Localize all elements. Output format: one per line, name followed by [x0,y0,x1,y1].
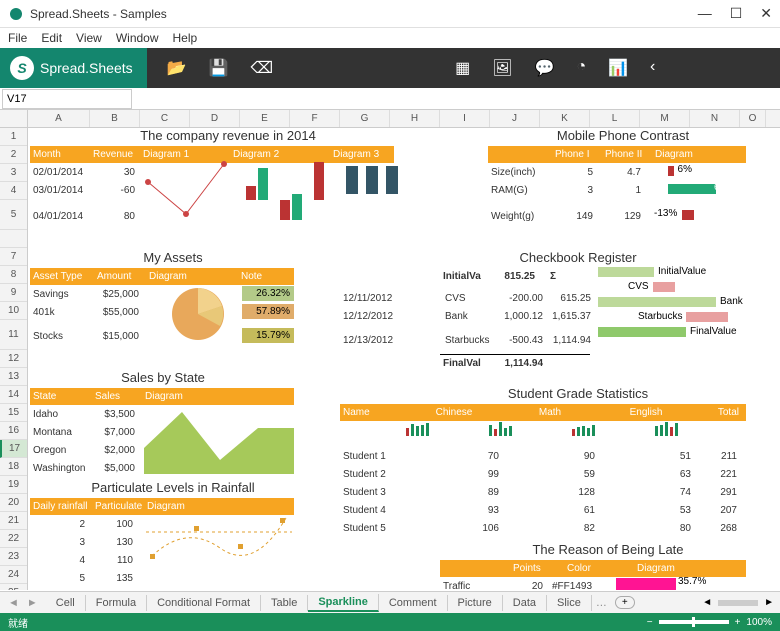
brand: S Spread.Sheets [0,48,147,88]
assets-title: My Assets [88,250,258,265]
brand-label: Spread.Sheets [40,60,133,76]
column-headers: A B C D E F G H I J K L M N O [0,110,780,128]
zoom-in-button[interactable]: + [735,617,741,628]
statusbar: 就绪 − + 100% [0,613,780,631]
bar-chart-icon[interactable]: 📊 [608,58,628,78]
assets-note-3: 15.79% [242,328,294,343]
phone-bar-1: 6% [668,164,740,178]
late-title: The Reason of Being Late [488,542,728,557]
maximize-button[interactable]: ☐ [730,5,743,22]
sales-area-spark [144,404,294,474]
assets-note-2: 57.89% [242,304,294,319]
rainfall-scatter [146,514,292,576]
phone-title: Mobile Phone Contrast [508,128,738,143]
tab-cell[interactable]: Cell [46,595,86,611]
row-headers: 12345 78910111213 141516171819 202122232… [0,128,28,590]
rainfall-title: Particulate Levels in Rainfall [58,480,288,495]
name-box[interactable]: V17 [2,89,132,109]
status-text: 就绪 [8,615,28,630]
grades-title: Student Grade Statistics [438,386,718,401]
tab-formula[interactable]: Formula [86,595,147,611]
menu-help[interactable]: Help [173,31,198,45]
toolbar: S Spread.Sheets 📂 💾 ⌫ ▦ 🖼 💬 ◔ 📊 ‹ [0,48,780,88]
app-icon [8,6,24,22]
table-icon[interactable]: ▦ [455,58,470,78]
comment-icon[interactable]: 💬 [535,58,555,78]
assets-note-1: 26.32% [242,286,294,301]
grades-header: NameChineseMathEnglishTotal [340,404,746,421]
revenue-winloss-spark [344,158,404,222]
formula-bar-row: V17 [0,88,780,110]
menu-window[interactable]: Window [116,31,159,45]
window-title: Spread.Sheets - Samples [30,7,167,21]
phone-header: Phone IPhone IIDiagram [488,146,746,163]
tab-slice[interactable]: Slice [547,595,592,611]
zoom-value: 100% [746,617,772,628]
sheet-area[interactable]: A B C D E F G H I J K L M N O 12345 7891… [0,110,780,590]
tab-next-icon[interactable]: ► [27,597,38,609]
menu-edit[interactable]: Edit [41,31,62,45]
assets-pie [162,284,234,344]
late-pct: 35.7% [678,576,706,587]
rainfall-header: Daily rainfallParticulateDiagram [30,498,294,515]
tab-table[interactable]: Table [261,595,308,611]
cb-legend: InitialValue CVS Bank Starbucks FinalVal… [598,266,743,337]
revenue-title: The company revenue in 2014 [88,128,368,143]
pie-chart-icon[interactable]: ◔ [576,58,586,78]
hscroll-right-icon[interactable]: ► [764,597,774,608]
open-icon[interactable]: 📂 [167,58,187,78]
menu-view[interactable]: View [76,31,102,45]
zoom-out-button[interactable]: − [647,617,653,628]
phone-bar-3: -13% [654,208,740,222]
sheet-tabs: ◄ ► Cell Formula Conditional Format Table… [0,591,780,613]
tab-prev-icon[interactable]: ◄ [8,597,19,609]
sales-title: Sales by State [78,370,248,385]
menubar: File Edit View Window Help [0,28,780,48]
brand-logo-icon: S [10,56,34,80]
hscroll-left-icon[interactable]: ◄ [702,597,712,608]
sales-header: StateSalesDiagram [30,388,294,405]
grades-sparks [406,422,678,436]
phone-bar-2: 67% [668,182,740,196]
checkbook-title: Checkbook Register [448,250,708,265]
tab-picture[interactable]: Picture [448,595,503,611]
collapse-icon[interactable]: ‹ [650,58,655,78]
tab-data[interactable]: Data [503,595,547,611]
tab-sparkline[interactable]: Sparkline [308,594,379,612]
image-icon[interactable]: 🖼 [492,58,512,78]
late-bar [616,578,676,590]
tab-comment[interactable]: Comment [379,595,448,611]
revenue-column-spark [242,158,332,222]
save-icon[interactable]: 💾 [209,58,229,78]
eraser-icon[interactable]: ⌫ [250,58,273,78]
zoom-slider[interactable] [659,620,729,624]
add-sheet-button[interactable]: + [615,596,635,609]
revenue-line-spark [142,158,230,222]
tab-condformat[interactable]: Conditional Format [147,595,261,611]
cells-canvas[interactable]: The company revenue in 2014 Month Revenu… [28,128,780,590]
assets-header: Asset TypeAmountDiagramNote [30,268,294,285]
menu-file[interactable]: File [8,31,27,45]
titlebar: Spread.Sheets - Samples — ☐ ✕ [0,0,780,28]
close-button[interactable]: ✕ [760,5,772,22]
late-header: PointsColorDiagram [440,560,746,577]
minimize-button[interactable]: — [698,5,712,22]
